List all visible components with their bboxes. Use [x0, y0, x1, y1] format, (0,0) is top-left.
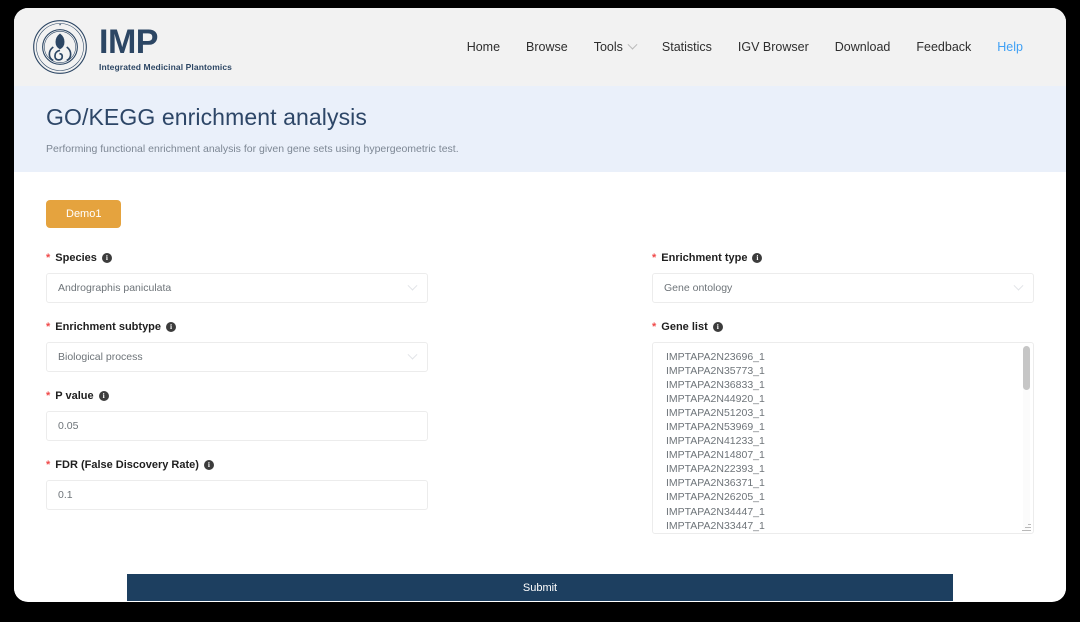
required-marker: *: [46, 390, 51, 402]
fdr-label-text: FDR (False Discovery Rate): [55, 459, 199, 471]
p-value-label: * P value i: [46, 390, 428, 402]
nav-item-statistics[interactable]: Statistics: [649, 34, 725, 60]
field-gene-list: * Gene list i IMPTAPA2N23696_1 IMPTAPA2N35…: [652, 321, 1034, 534]
form-grid: * Species i Andrographis paniculata * Enri…: [46, 252, 1034, 552]
info-icon[interactable]: i: [203, 460, 214, 470]
app-window: ★ IMP Integrated Medicinal Plantomics Ho…: [14, 8, 1066, 602]
gene-list-item: IMPTAPA2N36371_1: [666, 477, 765, 490]
page-hero: GO/KEGG enrichment analysis Performing f…: [14, 86, 1066, 172]
chevron-down-icon: [627, 39, 638, 50]
field-enrichment-subtype: * Enrichment subtype i Biological process: [46, 321, 428, 372]
nav-item-download[interactable]: Download: [822, 34, 904, 60]
species-select[interactable]: Andrographis paniculata: [46, 273, 428, 303]
main-navigation: Home Browse Tools Statistics IGV Browser…: [454, 34, 1042, 60]
brand-title: IMP: [99, 22, 158, 61]
form-column-left: * Species i Andrographis paniculata * Enri…: [46, 252, 428, 552]
resize-handle-icon[interactable]: [1021, 521, 1032, 532]
gene-list-item: IMPTAPA2N41233_1: [666, 435, 765, 448]
nav-item-feedback[interactable]: Feedback: [903, 34, 984, 60]
enrichment-type-select[interactable]: Gene ontology: [652, 273, 1034, 303]
gene-list-item: IMPTAPA2N26205_1: [666, 491, 765, 504]
required-marker: *: [46, 252, 51, 264]
field-fdr: * FDR (False Discovery Rate) i 0.1: [46, 459, 428, 510]
p-value-text: 0.05: [58, 420, 79, 432]
info-icon[interactable]: i: [752, 253, 763, 263]
nav-label: Browse: [526, 40, 568, 54]
info-icon[interactable]: i: [166, 322, 177, 332]
species-label: * Species i: [46, 252, 428, 264]
gene-list-item: IMPTAPA2N22393_1: [666, 463, 765, 476]
form-body: Demo1 * Species i Andrographis paniculata: [14, 172, 1066, 601]
gene-list-item: IMPTAPA2N35773_1: [666, 365, 765, 378]
nav-label: Download: [834, 40, 891, 54]
nav-item-browse[interactable]: Browse: [513, 34, 581, 60]
field-p-value: * P value i 0.05: [46, 390, 428, 441]
demo1-button[interactable]: Demo1: [46, 200, 122, 228]
required-marker: *: [46, 459, 51, 471]
gene-list-label: * Gene list i: [652, 321, 1034, 333]
p-value-input[interactable]: 0.05: [46, 411, 428, 441]
gene-list-textarea[interactable]: IMPTAPA2N23696_1 IMPTAPA2N35773_1 IMPTAPA2…: [652, 342, 1034, 534]
nav-item-home[interactable]: Home: [454, 34, 513, 60]
info-icon[interactable]: i: [712, 322, 723, 332]
gene-list-item: IMPTAPA2N34447_1: [666, 505, 765, 518]
required-marker: *: [652, 252, 657, 264]
fdr-input[interactable]: 0.1: [46, 480, 428, 510]
required-marker: *: [46, 321, 51, 333]
page-title: GO/KEGG enrichment analysis: [46, 104, 367, 130]
nav-label: Tools: [593, 40, 623, 54]
nav-item-help[interactable]: Help: [984, 34, 1036, 60]
gene-list-content: IMPTAPA2N23696_1 IMPTAPA2N35773_1 IMPTAPA2…: [653, 343, 1033, 533]
p-value-label-text: P value: [55, 390, 94, 402]
gene-list-item: IMPTAPA2N44920_1: [666, 393, 765, 406]
enrichment-type-label: * Enrichment type i: [652, 252, 1034, 264]
enrichment-subtype-select[interactable]: Biological process: [46, 342, 428, 372]
gene-list-item: IMPTAPA2N23696_1: [666, 351, 765, 363]
scrollbar-thumb[interactable]: [1023, 346, 1030, 390]
field-enrichment-type: * Enrichment type i Gene ontology: [652, 252, 1034, 303]
brand-logo[interactable]: ★ IMP Integrated Medicinal Plantomics: [32, 19, 232, 75]
nav-item-igv-browser[interactable]: IGV Browser: [725, 34, 822, 60]
chevron-down-icon: [407, 349, 418, 360]
gene-list-item: IMPTAPA2N53969_1: [666, 421, 765, 434]
textarea-scrollbar[interactable]: [1023, 346, 1030, 530]
submit-row: Submit: [46, 552, 1034, 601]
enrichment-type-label-text: Enrichment type: [661, 252, 748, 264]
fdr-label: * FDR (False Discovery Rate) i: [46, 459, 428, 471]
institution-seal-icon: ★: [33, 20, 87, 74]
gene-list-item: IMPTAPA2N33447_1: [666, 519, 765, 532]
brand-subtitle: Integrated Medicinal Plantomics: [99, 61, 232, 72]
gene-list-label-text: Gene list: [661, 321, 708, 333]
site-header: ★ IMP Integrated Medicinal Plantomics Ho…: [14, 8, 1066, 86]
nav-label: Feedback: [916, 40, 972, 54]
required-marker: *: [652, 321, 657, 333]
brand-text: IMP Integrated Medicinal Plantomics: [99, 23, 232, 72]
gene-list-item: IMPTAPA2N36833_1: [666, 379, 765, 392]
enrichment-subtype-label-text: Enrichment subtype: [55, 321, 162, 333]
chevron-down-icon: [1013, 280, 1024, 291]
nav-label: Home: [466, 40, 501, 54]
gene-list-item: IMPTAPA2N14807_1: [666, 449, 765, 462]
species-value: Andrographis paniculata: [58, 282, 172, 294]
nav-label: IGV Browser: [737, 40, 809, 54]
nav-item-tools[interactable]: Tools: [581, 34, 649, 60]
enrichment-type-value: Gene ontology: [664, 282, 733, 294]
submit-button[interactable]: Submit: [127, 574, 953, 601]
chevron-down-icon: [407, 280, 418, 291]
gene-list-item: IMPTAPA2N51203_1: [666, 407, 765, 420]
info-icon[interactable]: i: [101, 253, 112, 263]
nav-label: Statistics: [661, 40, 712, 54]
form-column-right: * Enrichment type i Gene ontology * Gene l…: [652, 252, 1034, 552]
info-icon[interactable]: i: [98, 391, 109, 401]
fdr-text: 0.1: [58, 489, 73, 501]
nav-label: Help: [997, 40, 1023, 54]
page-subtitle: Performing functional enrichment analysi…: [46, 143, 459, 155]
field-species: * Species i Andrographis paniculata: [46, 252, 428, 303]
enrichment-subtype-label: * Enrichment subtype i: [46, 321, 428, 333]
species-label-text: Species: [55, 252, 97, 264]
enrichment-subtype-value: Biological process: [58, 351, 143, 363]
